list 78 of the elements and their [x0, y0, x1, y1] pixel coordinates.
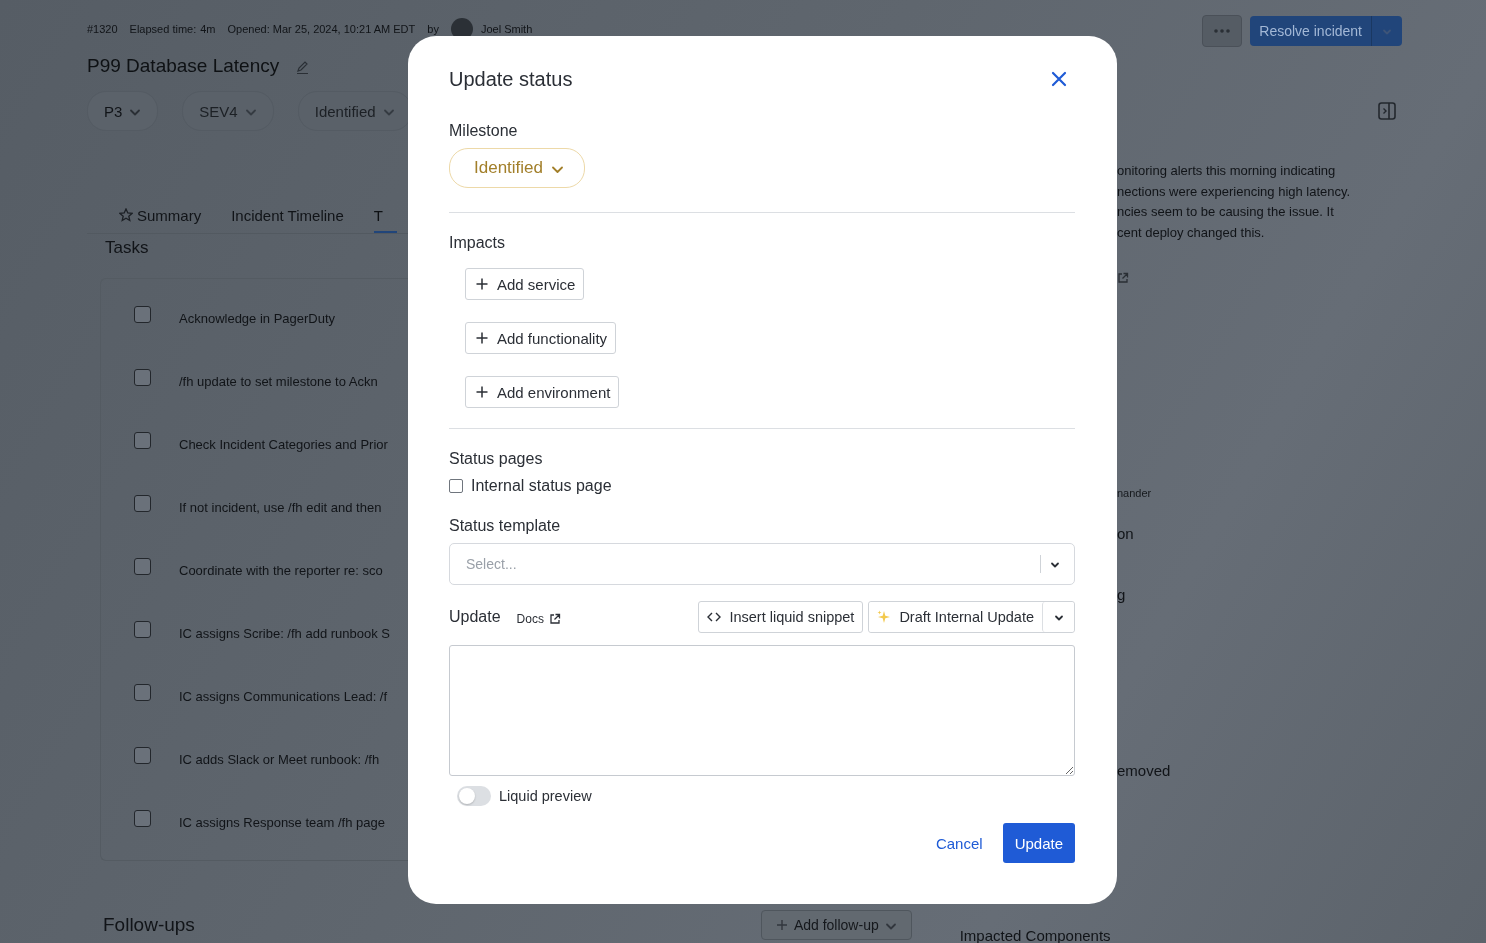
task-label: IC assigns Scribe: /fh add runbook S [179, 626, 390, 641]
milestone-dropdown[interactable]: Identified [449, 148, 585, 188]
field-label: nander [1117, 487, 1153, 500]
field-label: Milestone [449, 122, 519, 140]
section-heading: Tasks [105, 238, 150, 258]
task-checkbox[interactable] [134, 810, 151, 827]
toggle-switch[interactable] [457, 786, 491, 806]
task-checkbox[interactable] [134, 306, 151, 323]
plus-icon [476, 278, 488, 290]
opened-date: Opened: Mar 25, 2024, 10:21 AM EDT [227, 23, 416, 35]
incident-title: P99 Database Latency [87, 55, 280, 77]
task-label: If not incident, use /fh edit and then [179, 500, 382, 515]
update-field[interactable] [449, 645, 1075, 776]
dialog-title: Update status [449, 68, 573, 91]
task-label: Acknowledge in PagerDuty [179, 311, 336, 326]
cancel-button[interactable]: Cancel [935, 828, 983, 858]
field-value: g [1117, 586, 1127, 604]
tab[interactable]: Summary [119, 199, 202, 233]
task-label: IC assigns Response team /fh page [179, 815, 385, 830]
external-link-icon [548, 612, 561, 625]
external-link-icon [1117, 272, 1129, 285]
section-heading: Follow-ups [103, 914, 195, 936]
close-icon[interactable] [1051, 70, 1067, 87]
docs-link[interactable]: Docs [516, 611, 561, 626]
checkbox[interactable] [449, 479, 463, 493]
task-label: IC assigns Communications Lead: /f [179, 689, 388, 704]
star-icon [119, 208, 133, 222]
elapsed-label: Elapsed time: [129, 23, 197, 35]
field-value: emoved [1117, 762, 1172, 780]
task-checkbox[interactable] [134, 684, 151, 701]
tab[interactable]: T [373, 199, 397, 233]
more-button[interactable] [1202, 15, 1243, 47]
task-checkbox[interactable] [134, 558, 151, 575]
task-checkbox[interactable] [134, 621, 151, 638]
code-icon [707, 611, 722, 623]
panel-toggle-icon[interactable] [1378, 102, 1396, 120]
task-label: Check Incident Categories and Prior [179, 437, 388, 452]
description-text: nections were experiencing high latency. [1117, 182, 1352, 201]
dropdown-pill[interactable]: P3 [87, 91, 159, 131]
add-button[interactable]: Add service [465, 268, 585, 300]
description-text: onitoring alerts this morning indicating [1117, 162, 1337, 180]
toggle-label: Liquid preview [499, 788, 592, 804]
add-button[interactable]: Add functionality [465, 322, 617, 354]
tab[interactable]: Incident Timeline [231, 199, 344, 233]
field-label: Status template [449, 517, 562, 535]
field-label: Impacts [449, 234, 506, 252]
plus-icon [476, 386, 488, 398]
task-checkbox[interactable] [134, 369, 151, 386]
more-icon [1214, 29, 1231, 33]
elapsed-time: 4m [200, 23, 216, 35]
add-button[interactable]: Add environment [465, 376, 620, 408]
incident-number: #1320 [87, 23, 118, 35]
task-checkbox[interactable] [134, 747, 151, 764]
caret-icon [1382, 27, 1392, 35]
checkbox-label[interactable]: Internal status page [471, 477, 612, 495]
insert-snippet-button[interactable]: Insert liquid snippet [698, 601, 864, 633]
draft-menu-button[interactable] [1042, 602, 1074, 632]
section-heading: Impacted Components [959, 926, 1111, 943]
owner-name[interactable]: Joel Smith [480, 23, 533, 35]
task-label: Coordinate with the reporter re: sco [179, 563, 383, 578]
field-value: on [1117, 525, 1135, 543]
dropdown-pill[interactable]: SEV4 [182, 91, 274, 131]
description-text: ncies seem to be causing the issue. It [1117, 203, 1335, 222]
field-label: Update [449, 608, 501, 626]
by-label: by [427, 23, 439, 35]
task-checkbox[interactable] [134, 432, 151, 449]
task-label: IC adds Slack or Meet runbook: /fh [179, 752, 380, 767]
plus-icon [775, 919, 788, 931]
description-text: cent deploy changed this. [1117, 223, 1266, 242]
task-label: /fh update to set milestone to Ackn [179, 374, 378, 389]
add-follow-up-button[interactable]: Add follow-up [760, 910, 912, 940]
select-field[interactable]: Select... [449, 543, 1075, 585]
chevron-icon [1053, 613, 1064, 621]
chevron-icon [1050, 560, 1060, 568]
task-checkbox[interactable] [134, 495, 151, 512]
field-label: Status pages [449, 450, 544, 468]
plus-icon [476, 332, 488, 344]
update-button[interactable]: Update [1002, 823, 1075, 863]
